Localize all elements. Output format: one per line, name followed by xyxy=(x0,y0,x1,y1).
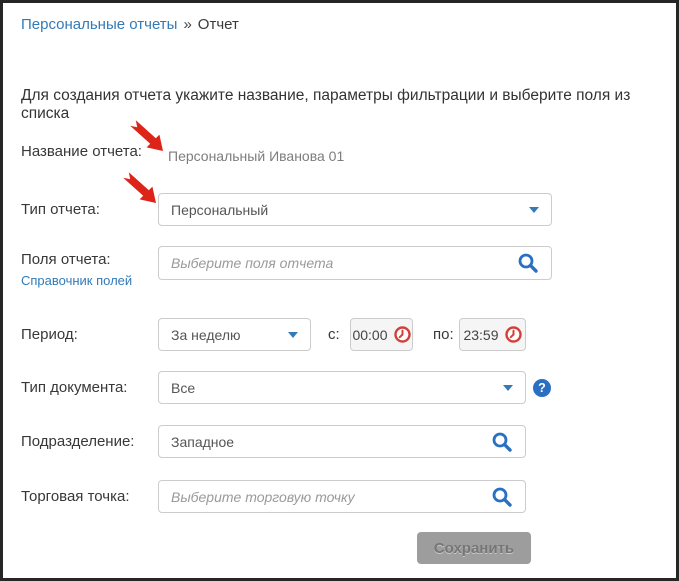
outlet-input-wrap xyxy=(158,480,526,513)
report-fields-input[interactable] xyxy=(171,255,517,271)
clock-icon xyxy=(393,326,411,343)
clock-icon xyxy=(504,326,522,343)
save-button[interactable]: Сохранить xyxy=(417,532,531,564)
intro-text: Для создания отчета укажите название, па… xyxy=(21,87,631,122)
outlet-input[interactable] xyxy=(171,488,491,505)
breadcrumb-current: Отчет xyxy=(197,16,239,33)
report-type-selected-value: Персональный xyxy=(171,201,269,218)
report-fields-input-wrap xyxy=(158,246,552,280)
help-icon[interactable]: ? xyxy=(533,379,551,397)
report-fields-label: Поля отчета: xyxy=(21,251,111,268)
breadcrumb-link-personal-reports[interactable]: Персональные отчеты xyxy=(21,16,177,33)
search-icon[interactable] xyxy=(517,252,539,274)
period-label: Период: xyxy=(21,326,78,343)
search-icon[interactable] xyxy=(491,486,513,508)
document-type-select[interactable]: Все xyxy=(158,371,526,404)
outlet-label: Торговая точка: xyxy=(21,488,130,505)
division-input-wrap xyxy=(158,425,526,458)
chevron-down-icon xyxy=(529,206,539,213)
chevron-down-icon xyxy=(288,331,298,338)
breadcrumb-separator: » xyxy=(183,16,192,33)
document-type-selected-value: Все xyxy=(171,379,196,396)
period-selected-value: За неделю xyxy=(171,326,241,343)
division-input[interactable] xyxy=(171,433,491,450)
red-arrow-annotation-type xyxy=(123,172,156,203)
search-icon[interactable] xyxy=(491,431,513,453)
period-select[interactable]: За неделю xyxy=(158,318,311,351)
period-from-label: с: xyxy=(328,326,340,343)
period-to-label: по: xyxy=(433,326,454,343)
report-name-label: Название отчета: xyxy=(21,143,142,160)
red-arrow-annotation-name xyxy=(130,120,163,151)
report-type-select[interactable]: Персональный xyxy=(158,193,552,226)
chevron-down-icon xyxy=(503,384,513,391)
period-from-time[interactable]: 00:00 xyxy=(350,318,413,351)
report-name-value: Персональный Иванова 01 xyxy=(168,148,345,164)
period-to-value: 23:59 xyxy=(463,326,499,343)
period-from-value: 00:00 xyxy=(352,326,388,343)
report-form-page: Персональные отчеты » Отчет Для создания о… xyxy=(0,0,679,581)
breadcrumb: Персональные отчеты » Отчет xyxy=(21,16,239,33)
period-to-time[interactable]: 23:59 xyxy=(459,318,526,351)
document-type-label: Тип документа: xyxy=(21,379,128,396)
division-label: Подразделение: xyxy=(21,433,135,450)
fields-dictionary-link[interactable]: Справочник полей xyxy=(21,273,132,288)
report-type-label: Тип отчета: xyxy=(21,201,100,218)
